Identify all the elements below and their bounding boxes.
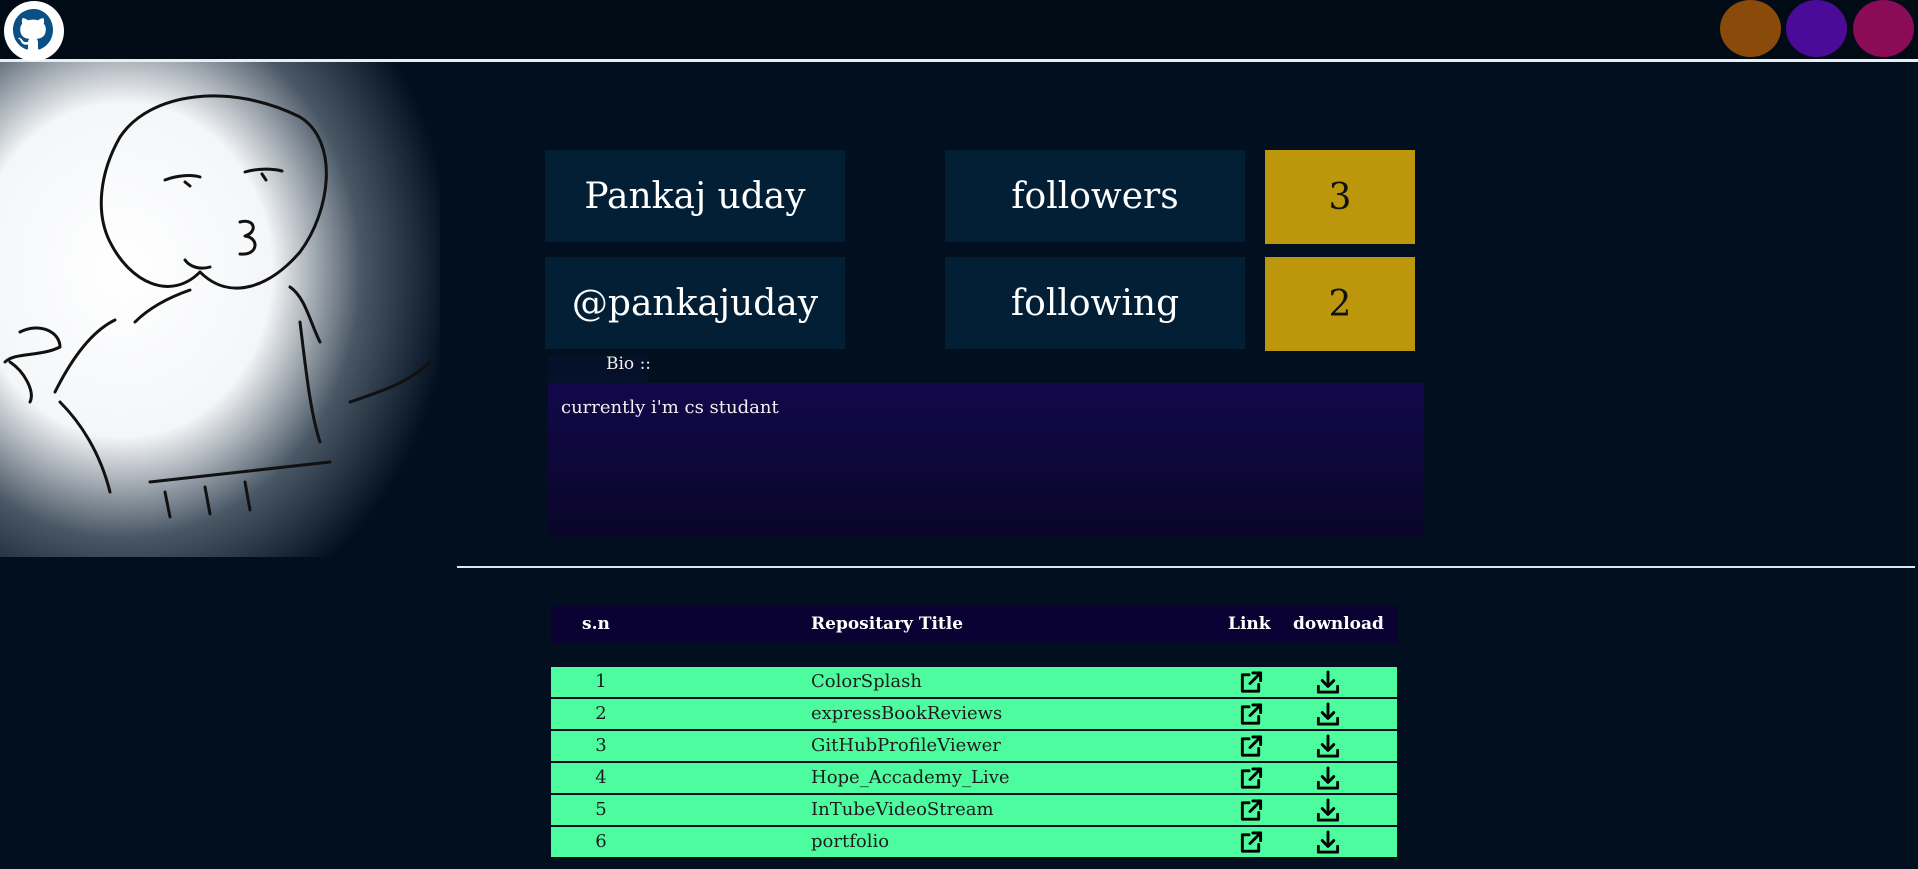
download-icon[interactable] <box>1315 766 1341 791</box>
theme-magenta-button[interactable] <box>1853 0 1914 57</box>
following-label: following <box>945 257 1245 349</box>
row-title: expressBookReviews <box>811 703 1003 724</box>
theme-orange-button[interactable] <box>1720 0 1781 57</box>
row-sn: 5 <box>595 799 607 820</box>
row-sn: 4 <box>595 767 607 788</box>
row-title: InTubeVideoStream <box>811 799 994 820</box>
row-sn: 2 <box>595 703 607 724</box>
profile-username: @pankajuday <box>545 257 845 349</box>
table-row: 6 portfolio <box>551 827 1397 857</box>
bio-text: currently i'm cs studant <box>561 397 779 418</box>
header-sn: s.n <box>582 614 610 634</box>
download-icon[interactable] <box>1315 670 1341 695</box>
download-icon[interactable] <box>1315 702 1341 727</box>
external-link-icon[interactable] <box>1238 766 1264 791</box>
top-navbar <box>0 0 1918 62</box>
following-count: 2 <box>1265 257 1415 351</box>
external-link-icon[interactable] <box>1238 798 1264 823</box>
section-divider <box>457 566 1915 568</box>
row-sn: 3 <box>595 735 607 756</box>
row-sn: 1 <box>595 671 607 692</box>
header-download: download <box>1293 614 1384 634</box>
bio-label: Bio :: <box>606 354 652 374</box>
table-row: 3 GitHubProfileViewer <box>551 731 1397 761</box>
profile-avatar <box>0 62 440 557</box>
external-link-icon[interactable] <box>1238 734 1264 759</box>
table-row: 2 expressBookReviews <box>551 699 1397 729</box>
table-row: 1 ColorSplash <box>551 667 1397 697</box>
followers-label: followers <box>945 150 1245 242</box>
row-title: GitHubProfileViewer <box>811 735 1001 756</box>
download-icon[interactable] <box>1315 830 1341 855</box>
header-title: Repositary Title <box>811 614 964 634</box>
download-icon[interactable] <box>1315 734 1341 759</box>
row-title: Hope_Accademy_Live <box>811 767 1010 788</box>
row-title: ColorSplash <box>811 671 922 692</box>
theme-purple-button[interactable] <box>1786 0 1847 57</box>
table-row: 5 InTubeVideoStream <box>551 795 1397 825</box>
external-link-icon[interactable] <box>1238 702 1264 727</box>
profile-name: Pankaj uday <box>545 150 845 242</box>
repo-table-header: s.n Repositary Title Link download <box>551 605 1397 643</box>
row-sn: 6 <box>595 831 607 852</box>
external-link-icon[interactable] <box>1238 670 1264 695</box>
download-icon[interactable] <box>1315 798 1341 823</box>
followers-count: 3 <box>1265 150 1415 244</box>
header-link: Link <box>1228 614 1271 634</box>
github-logo-icon[interactable] <box>4 1 64 61</box>
external-link-icon[interactable] <box>1238 830 1264 855</box>
row-title: portfolio <box>811 831 890 852</box>
table-row: 4 Hope_Accademy_Live <box>551 763 1397 793</box>
